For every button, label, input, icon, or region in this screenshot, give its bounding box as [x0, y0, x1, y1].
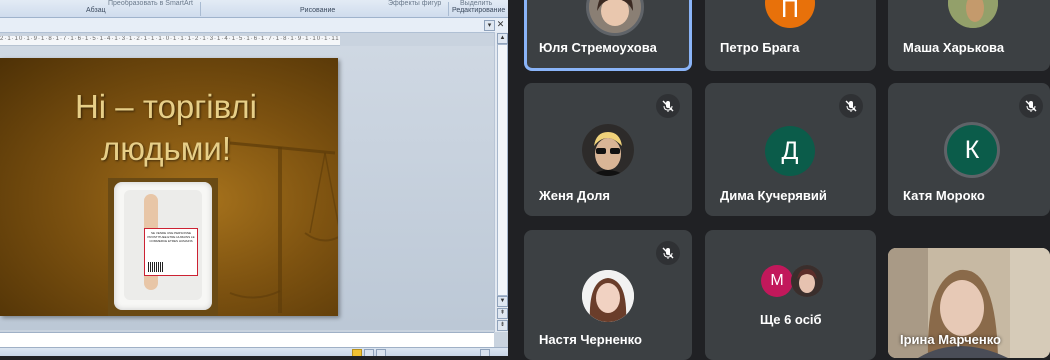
mic-off-icon — [1019, 94, 1043, 118]
close-icon[interactable]: ✕ — [496, 20, 505, 29]
tray: SE VENDE UNE PERSONNE PROSTITUEE ETRE HU… — [114, 182, 212, 310]
barcode-icon — [148, 262, 164, 272]
avatar-letter: Д — [781, 137, 799, 165]
shape-effects-command[interactable]: Эффекты фигур — [388, 0, 441, 7]
participant-name: Дима Кучерявий — [720, 188, 827, 203]
participant-name: Маша Харькова — [903, 40, 1005, 55]
slideshow-view-icon[interactable] — [376, 349, 386, 356]
ruler-toolbar: ▾ ✕ — [0, 18, 508, 33]
avatar — [948, 0, 998, 28]
meeting-grid: Юля Стремоухова П Петро Брага Маша Харьк… — [508, 0, 1050, 360]
avatar: П — [765, 0, 815, 28]
participant-tile[interactable]: Маша Харькова — [888, 0, 1050, 71]
participant-name: Настя Черненко — [539, 332, 642, 347]
person-photo-icon — [582, 124, 634, 176]
participant-tile[interactable]: Д Дима Кучерявий — [705, 83, 876, 216]
zoom-fit-icon[interactable] — [480, 349, 490, 356]
participant-name: Ірина Марченко — [900, 332, 1001, 347]
select-command[interactable]: Выделить — [460, 0, 492, 7]
dropdown-arrow-icon[interactable]: ▾ — [484, 20, 495, 31]
person-photo-icon — [791, 265, 823, 297]
scroll-down-icon[interactable]: ▼ — [497, 296, 508, 307]
horizontal-ruler: 2·1·10·1·9·1·8·1·7·1·6·1·5·1·4·1·3·1·2·1… — [0, 36, 340, 46]
participant-video-tile[interactable]: Ірина Марченко — [888, 248, 1050, 358]
mic-off-icon — [656, 241, 680, 265]
avatar — [791, 265, 823, 297]
avatar: Д — [765, 126, 815, 176]
participant-tile[interactable]: К Катя Мороко — [888, 83, 1050, 216]
avatar-letter: П — [781, 0, 799, 23]
avatar — [582, 124, 634, 176]
vertical-scrollbar[interactable]: ▲ ▼ ⇞ ⇟ — [494, 32, 508, 332]
participant-name: Петро Брага — [720, 40, 800, 55]
avatar — [582, 270, 634, 322]
avatar — [586, 0, 644, 36]
slide-title-line2: людьми! — [100, 130, 232, 167]
participant-name: Юля Стремоухова — [539, 40, 657, 55]
participant-name: Женя Доля — [539, 188, 610, 203]
prev-slide-icon[interactable]: ⇞ — [497, 308, 508, 319]
person-photo-icon — [948, 0, 998, 28]
ribbon-group-editing: Редактирование — [452, 7, 506, 14]
participant-name: Катя Мороко — [903, 188, 985, 203]
avatar: К — [944, 122, 1000, 178]
mic-off-icon — [839, 94, 863, 118]
participant-tile[interactable]: П Петро Брага — [705, 0, 876, 71]
slide[interactable]: Ні – торгівлі людьми! SE VENDE UNE PERSO… — [0, 58, 338, 316]
notes-pane[interactable] — [0, 332, 494, 348]
participant-tile[interactable]: Настя Черненко — [524, 230, 692, 360]
more-participants-tile[interactable]: М Ще 6 осіб — [705, 230, 876, 360]
ribbon-group-drawing: Рисование — [300, 7, 336, 14]
normal-view-icon[interactable] — [352, 349, 362, 356]
person-photo-icon — [589, 0, 641, 33]
slide-title-line1: Ні – торгівлі — [74, 88, 258, 125]
avatar-letter: К — [964, 136, 980, 164]
status-bar — [0, 347, 508, 356]
sorter-view-icon[interactable] — [364, 349, 374, 356]
packaged-person-photo: SE VENDE UNE PERSONNE PROSTITUEE ETRE HU… — [108, 178, 218, 316]
powerpoint-window: Преобразовать в SmartArt Эффекты фигур В… — [0, 0, 508, 356]
avatar: М — [761, 265, 793, 297]
ribbon-separator — [448, 2, 449, 16]
scroll-up-icon[interactable]: ▲ — [497, 33, 508, 44]
smartart-command[interactable]: Преобразовать в SmartArt — [108, 0, 193, 7]
ribbon-group-paragraph: Абзац — [86, 7, 106, 14]
more-participants-label: Ще 6 осіб — [760, 312, 822, 327]
participant-tile[interactable]: Женя Доля — [524, 83, 692, 216]
participant-tile[interactable]: Юля Стремоухова — [524, 0, 692, 71]
person-photo-icon — [582, 270, 634, 322]
scroll-thumb[interactable] — [497, 44, 508, 296]
mic-off-icon — [656, 94, 680, 118]
slide-title: Ні – торгівлі людьми! — [0, 86, 332, 170]
ribbon: Преобразовать в SmartArt Эффекты фигур В… — [0, 0, 508, 18]
avatar-letter: М — [770, 272, 784, 289]
ribbon-separator — [200, 2, 201, 16]
next-slide-icon[interactable]: ⇟ — [497, 320, 508, 331]
